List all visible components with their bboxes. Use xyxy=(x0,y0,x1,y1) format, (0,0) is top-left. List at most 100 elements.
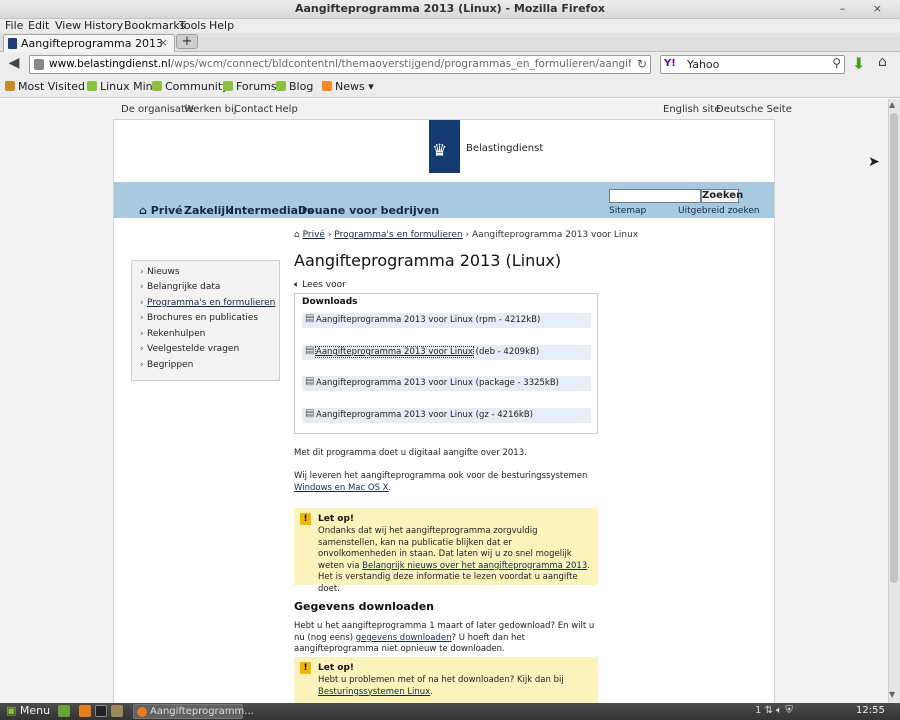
sidenav-nieuws[interactable]: Nieuws xyxy=(147,267,180,277)
update-shield-icon[interactable]: ⛨ xyxy=(785,705,793,716)
site-search-input[interactable] xyxy=(609,189,701,203)
download-link[interactable]: Aangifteprogramma 2013 voor Linux xyxy=(315,346,474,358)
section-heading: Gegevens downloaden xyxy=(294,600,435,613)
downloads-heading: Downloads xyxy=(302,297,358,307)
sidenav-brochures[interactable]: Brochures en publicaties xyxy=(147,313,258,323)
reload-icon[interactable]: ↻ xyxy=(637,57,647,71)
volume-icon[interactable]: 🔈︎ xyxy=(776,705,782,716)
firefox-launcher-icon[interactable] xyxy=(79,705,91,717)
tabbar: Aangifteprogramma 2013 (Linux) × + xyxy=(0,33,900,63)
taskbar: ▣ Menu Aangifteprogramm... 1 ⇅ 🔈︎ ⛨ 12:5… xyxy=(0,703,900,720)
download-link[interactable]: Aangifteprogramma 2013 voor Linux xyxy=(316,315,473,325)
linux-os-link[interactable]: Besturingssystemen Linux xyxy=(318,687,430,697)
link-werken-bij[interactable]: Werken bij xyxy=(184,104,237,115)
bookmark-forums[interactable]: Forums xyxy=(223,80,277,93)
menu-tools[interactable]: Tools xyxy=(179,19,206,32)
search-bar[interactable]: Y! Yahoo ⚲ xyxy=(660,55,845,74)
tab-close-icon[interactable]: × xyxy=(159,36,168,49)
windows-mac-link[interactable]: Windows en Mac OS X xyxy=(294,483,389,493)
start-menu-button[interactable]: ▣ Menu xyxy=(6,704,50,717)
breadcrumb: ⌂ Privé › Programma's en formulieren › A… xyxy=(294,230,638,240)
menu-edit[interactable]: Edit xyxy=(28,19,49,32)
download-item[interactable]: ▤ Aangifteprogramma 2013 voor Linux (deb… xyxy=(302,345,591,360)
scroll-down-icon[interactable]: ▼ xyxy=(889,690,895,699)
download-arrow-icon[interactable]: ⬇ xyxy=(852,54,865,73)
menu-help[interactable]: Help xyxy=(209,19,234,32)
search-input[interactable]: Yahoo xyxy=(687,58,719,71)
close-window-button[interactable]: × xyxy=(873,2,894,15)
sidenav-rekenhulpen[interactable]: Rekenhulpen xyxy=(147,329,205,339)
bookmark-news[interactable]: News ▾ xyxy=(322,80,374,93)
nav-zakelijk[interactable]: Zakelijk xyxy=(184,204,233,217)
important-news-link[interactable]: Belangrijk nieuws over het aangifteprogr… xyxy=(362,561,587,571)
link-contact[interactable]: Contact xyxy=(234,104,273,115)
intro-text: Met dit programma doet u digitaal aangif… xyxy=(294,448,527,458)
bookmark-blog[interactable]: Blog xyxy=(276,80,313,93)
bookmark-most-visited[interactable]: Most Visited ▾ xyxy=(5,80,94,93)
warning-body: Ondanks dat wij het aangifteprogramma zo… xyxy=(318,526,590,594)
advanced-search-link[interactable]: Uitgebreid zoeken xyxy=(678,206,760,216)
chevron-right-icon: › xyxy=(140,313,144,323)
link-help[interactable]: Help xyxy=(275,104,298,115)
link-english-site[interactable]: English site xyxy=(663,104,720,115)
site-identity-icon[interactable] xyxy=(34,59,44,70)
download-item[interactable]: ▤ Aangifteprogramma 2013 voor Linux (rpm… xyxy=(302,313,591,328)
document-icon: ▤ xyxy=(305,408,315,419)
home-icon[interactable]: ⌂ xyxy=(878,54,887,70)
download-link[interactable]: Aangifteprogramma 2013 voor Linux xyxy=(316,410,473,420)
breadcrumb-separator: › xyxy=(327,230,332,240)
workspace-indicator[interactable]: 1 xyxy=(755,705,761,716)
search-icon[interactable]: ⚲ xyxy=(832,56,841,70)
menu-bookmarks[interactable]: Bookmarks xyxy=(124,19,185,32)
new-tab-button[interactable]: + xyxy=(176,34,198,49)
tab-active[interactable]: Aangifteprogramma 2013 (Linux) × xyxy=(3,34,175,63)
mint-icon xyxy=(223,81,233,91)
sidenav-begrippen[interactable]: Begrippen xyxy=(147,360,193,370)
scroll-up-icon[interactable]: ▲ xyxy=(889,100,895,109)
breadcrumb-current: Aangifteprogramma 2013 voor Linux xyxy=(472,230,639,240)
download-item[interactable]: ▤ Aangifteprogramma 2013 voor Linux (pac… xyxy=(302,376,591,391)
search-engine-icon[interactable]: Y! xyxy=(664,58,676,69)
show-desktop-icon[interactable] xyxy=(58,705,70,717)
sidenav-belangrijke-data[interactable]: Belangrijke data xyxy=(147,282,220,292)
exclamation-icon: ! xyxy=(300,662,311,674)
download-link[interactable]: Aangifteprogramma 2013 voor Linux xyxy=(316,378,473,388)
logo-text[interactable]: Belastingdienst xyxy=(466,143,543,154)
link-deutsche-seite[interactable]: Deutsche Seite xyxy=(716,104,792,115)
link-organisatie[interactable]: De organisatie xyxy=(121,104,194,115)
document-icon: ▤ xyxy=(305,376,315,387)
taskbar-firefox-window[interactable]: Aangifteprogramm... xyxy=(133,704,254,719)
gegevens-downloaden-link[interactable]: gegevens downloaden xyxy=(356,633,452,643)
chevron-right-icon: › xyxy=(140,267,144,277)
menu-view[interactable]: View xyxy=(55,19,81,32)
system-tray[interactable]: 1 ⇅ 🔈︎ ⛨ xyxy=(755,705,793,716)
terminal-launcher-icon[interactable] xyxy=(95,705,107,717)
breadcrumb-prive[interactable]: Privé xyxy=(303,230,325,240)
menu-file[interactable]: File xyxy=(5,19,23,32)
zoeken-button[interactable]: Zoeken xyxy=(701,189,743,203)
back-arrow-icon[interactable]: ◀ xyxy=(5,55,23,73)
mint-icon xyxy=(152,81,162,91)
sitemap-link[interactable]: Sitemap xyxy=(609,206,646,216)
breadcrumb-programmas[interactable]: Programma's en formulieren xyxy=(334,230,462,240)
minimize-button[interactable]: – xyxy=(840,2,858,15)
files-launcher-icon[interactable] xyxy=(111,705,123,717)
bookmark-linux-mint[interactable]: Linux Mint xyxy=(87,80,157,93)
bookmark-community[interactable]: Community xyxy=(152,80,229,93)
sidenav-programmas[interactable]: Programma's en formulieren xyxy=(147,298,275,308)
navigation-toolbar: ◀ www.belastingdienst.nl/wps/wcm/connect… xyxy=(0,52,900,76)
window-title: Aangifteprogramma 2013 (Linux) - Mozilla… xyxy=(294,2,605,15)
sidenav-veelgestelde-vragen[interactable]: Veelgestelde vragen xyxy=(147,344,239,354)
url-text[interactable]: www.belastingdienst.nl/wps/wcm/connect/b… xyxy=(49,58,631,70)
menu-history[interactable]: History xyxy=(84,19,123,32)
read-aloud[interactable]: 🔈︎ Lees voor xyxy=(294,280,346,290)
network-icon[interactable]: ⇅ xyxy=(765,705,773,716)
download-item[interactable]: ▤ Aangifteprogramma 2013 voor Linux (gz … xyxy=(302,408,591,423)
url-bar[interactable]: www.belastingdienst.nl/wps/wcm/connect/b… xyxy=(29,55,651,74)
chevron-right-icon: › xyxy=(140,298,144,308)
warning-title: Let op! xyxy=(318,663,355,673)
nav-prive[interactable]: ⌂ Privé xyxy=(139,204,183,217)
mint-logo-icon: ▣ xyxy=(6,704,17,717)
nav-douane[interactable]: Douane voor bedrijven xyxy=(298,204,439,217)
scrollbar-thumb[interactable] xyxy=(890,113,898,583)
